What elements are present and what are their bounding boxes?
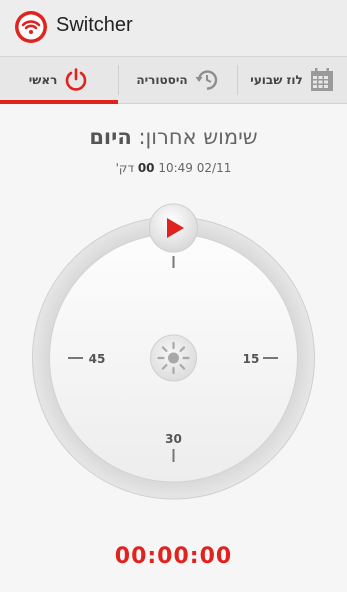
app-title: Switcher xyxy=(56,14,133,36)
last-use-day: היום xyxy=(89,125,132,149)
last-use-minutes-unit: דק' xyxy=(115,161,134,175)
play-button[interactable] xyxy=(149,203,198,253)
dial-label-30: 30 xyxy=(165,432,182,446)
calendar-icon xyxy=(310,68,333,91)
tab-bar: ראשי היסטוריה לוז שבועי xyxy=(0,57,347,104)
brightness-icon[interactable] xyxy=(150,334,197,382)
last-use-details: 02/11 10:49 00 דק' xyxy=(0,161,347,175)
app-bar: Switcher xyxy=(0,0,347,57)
tab-main-label: ראשי xyxy=(28,73,58,87)
switcher-wifi-logo-icon xyxy=(15,11,47,43)
power-icon xyxy=(66,68,87,91)
dial-label-45: 45 xyxy=(89,352,106,366)
last-use-time: 10:49 xyxy=(158,161,193,175)
last-use-date: 02/11 xyxy=(196,161,232,175)
last-use-prefix: שימוש אחרון: xyxy=(131,125,258,149)
last-use-heading: שימוש אחרון: היום xyxy=(0,125,347,149)
tab-weekly-label: לוז שבועי xyxy=(250,73,303,87)
tab-history[interactable]: היסטוריה xyxy=(119,57,237,103)
tab-weekly-schedule[interactable]: לוז שבועי xyxy=(238,57,347,103)
timer-dial[interactable]: 45 15 30 xyxy=(0,200,347,530)
timer-display: 00:00:00 xyxy=(114,544,233,569)
dial-label-15: 15 xyxy=(243,352,260,366)
history-icon xyxy=(195,70,217,90)
last-use-minutes: 00 xyxy=(137,161,155,175)
tab-history-label: היסטוריה xyxy=(136,73,188,87)
tab-main[interactable]: ראשי xyxy=(0,57,118,104)
